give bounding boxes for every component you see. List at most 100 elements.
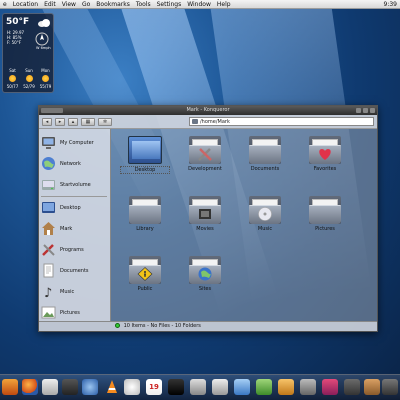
document-app-icon[interactable] [42, 379, 58, 395]
sidebar-item-startvolume[interactable]: Startvolume [41, 175, 109, 194]
clock-app-icon[interactable] [124, 379, 140, 395]
sun-icon [42, 75, 49, 82]
file-item-desktop[interactable]: Desktop [120, 136, 170, 191]
globe-emblem-icon [198, 267, 212, 281]
sidebar-item-network[interactable]: Network [41, 154, 109, 173]
back-button[interactable]: ◂ [42, 117, 52, 126]
sidebar-item-label: Desktop [60, 204, 81, 211]
pink-app-icon[interactable] [322, 379, 338, 395]
sidebar-item-label: Network [60, 160, 81, 167]
sidebar-item-pictures[interactable]: Pictures [41, 303, 109, 322]
globe-app-icon[interactable] [82, 379, 98, 395]
sidebar-item-desktop[interactable]: Desktop [41, 198, 109, 217]
menu-item-help[interactable]: Help [214, 0, 234, 9]
folder-icon [188, 136, 222, 164]
desktop-screen [132, 141, 160, 159]
close-icon[interactable] [370, 108, 375, 113]
sidebar-item-programs[interactable]: Programs [41, 240, 109, 259]
file-item-label: Documents [250, 166, 280, 172]
konqueror-window: Mark - Konqueror ◂ ▸ ▴ ▦ ✲ /home/Mark My… [38, 105, 378, 332]
file-item-public[interactable]: Public [120, 256, 170, 311]
dark-app-icon[interactable] [344, 379, 360, 395]
forward-button[interactable]: ▸ [55, 117, 65, 126]
firefox-icon[interactable] [22, 379, 38, 395]
desktop-folder-icon [128, 136, 162, 164]
treble-clef-icon: ♪ [44, 286, 52, 299]
window-menu-tag[interactable] [41, 108, 63, 113]
menu-item-tools[interactable]: Tools [133, 0, 154, 9]
menu-item-edit[interactable]: Edit [41, 0, 59, 9]
forecast-day-name: Mon [41, 68, 50, 73]
sidebar-item-documents[interactable]: Documents [41, 261, 109, 280]
wind-label: W 6mph [36, 46, 51, 50]
file-view: Desktop Development Documents Favorites … [112, 129, 377, 322]
sidebar-item-label: Pictures [60, 309, 80, 316]
file-item-library[interactable]: Library [120, 196, 170, 251]
dock-app-icon[interactable] [2, 379, 18, 395]
blue-app-icon[interactable] [234, 379, 250, 395]
forecast-day-range: 55/79 [39, 84, 52, 89]
forecast-day-name: Sun [25, 68, 33, 73]
calendar-icon[interactable]: 19 [146, 379, 162, 395]
file-item-pictures[interactable]: Pictures [300, 196, 350, 251]
orange-app-icon[interactable] [278, 379, 294, 395]
menu-item-location[interactable]: Location [10, 0, 41, 9]
menu-clock[interactable]: 9:39 [381, 0, 400, 9]
desktop-icon [42, 202, 55, 213]
sidebar-item-mark[interactable]: Mark [41, 219, 109, 238]
view-mode-button[interactable]: ▦ [81, 117, 95, 126]
folder-icon [308, 196, 342, 224]
sidebar-item-music[interactable]: ♪ Music [41, 282, 109, 301]
file-item-label: Music [257, 226, 273, 232]
cloud-icon [38, 19, 50, 27]
picture-icon [41, 306, 56, 319]
maximize-icon[interactable] [363, 108, 368, 113]
folder-icon [128, 196, 162, 224]
file-item-label: Favorites [313, 166, 337, 172]
menu-item-view[interactable]: View [59, 0, 79, 9]
sidebar-item-my-computer[interactable]: My Computer [41, 133, 109, 152]
package-app-icon[interactable] [364, 379, 380, 395]
forecast-days: Sat 50/77 Sun 52/79 Mon 55/79 [5, 68, 53, 89]
system-icon[interactable] [62, 379, 78, 395]
up-button[interactable]: ▴ [68, 117, 78, 126]
terminal-icon[interactable] [168, 379, 184, 395]
minimize-icon[interactable] [356, 108, 361, 113]
menu-item-window[interactable]: Window [184, 0, 214, 9]
green-app-icon[interactable] [256, 379, 272, 395]
gear-button[interactable]: ✲ [98, 117, 112, 126]
file-item-sites[interactable]: Sites [180, 256, 230, 311]
sidebar-item-label: Startvolume [60, 181, 91, 188]
location-bar[interactable]: /home/Mark [189, 117, 374, 126]
sidebar-divider [41, 196, 107, 197]
menu-bar: e Location Edit View Go Bookmarks Tools … [0, 0, 400, 9]
editor-icon[interactable] [212, 379, 228, 395]
menu-item-app[interactable]: e [0, 0, 10, 9]
computer-icon [42, 137, 55, 149]
folder-front [249, 145, 281, 164]
weather-widget[interactable]: 50°F H: 29.97 H: 85% F: 50°F W 6mph Sat … [2, 13, 54, 93]
file-item-music[interactable]: Music [240, 196, 290, 251]
menu-item-settings[interactable]: Settings [154, 0, 185, 9]
trash-icon[interactable] [382, 379, 398, 395]
activity-monitor-icon[interactable] [190, 379, 206, 395]
folder-icon [192, 119, 198, 124]
tools-icon [42, 244, 55, 256]
folder-icon [188, 256, 222, 284]
window-titlebar[interactable]: Mark - Konqueror [39, 106, 377, 115]
vlc-cone-shape [107, 380, 117, 393]
vlc-cone-icon[interactable] [104, 379, 120, 395]
file-item-favorites[interactable]: Favorites [300, 136, 350, 191]
file-item-development[interactable]: Development [180, 136, 230, 191]
forecast-day-range: 52/79 [23, 84, 35, 89]
file-item-label: Desktop [120, 166, 170, 174]
menu-item-bookmarks[interactable]: Bookmarks [93, 0, 133, 9]
gray-app-icon[interactable] [300, 379, 316, 395]
file-item-movies[interactable]: Movies [180, 196, 230, 251]
weather-details: H: 29.97 H: 85% F: 50°F [7, 30, 24, 45]
menu-item-go[interactable]: Go [79, 0, 93, 9]
forecast-day-name: Sat [9, 68, 16, 73]
public-sign-emblem-icon [137, 267, 153, 281]
file-item-documents[interactable]: Documents [240, 136, 290, 191]
file-item-label: Development [188, 166, 222, 172]
